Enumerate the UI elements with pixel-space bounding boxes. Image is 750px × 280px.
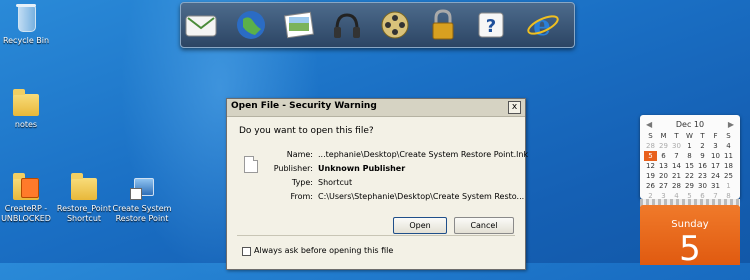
type-value: Shortcut <box>318 178 353 187</box>
close-button[interactable]: x <box>508 101 521 114</box>
film-reel-icon[interactable] <box>377 7 413 43</box>
create-system-restore-point-icon[interactable]: Create System Restore Point <box>110 172 174 224</box>
notes-folder-icon[interactable]: notes <box>0 88 58 130</box>
folder-image <box>12 88 40 118</box>
name-label: Name: <box>286 150 313 159</box>
from-label: From: <box>290 192 313 201</box>
publisher-label: Publisher: <box>273 164 313 173</box>
divider <box>237 235 515 236</box>
photos-icon[interactable] <box>281 7 317 43</box>
open-button[interactable]: Open <box>393 217 447 234</box>
calendar-day-page[interactable]: Sunday 5 <box>640 205 740 269</box>
svg-text:?: ? <box>486 16 496 37</box>
notes-label: notes <box>14 120 38 129</box>
dialog-title-bar[interactable]: Open File - Security Warning x <box>227 99 525 117</box>
help-icon[interactable]: ? <box>473 7 509 43</box>
name-value: ...tephanie\Desktop\Create System Restor… <box>318 150 529 159</box>
createrp-icon[interactable]: CreateRP - UNBLOCKED <box>0 172 58 224</box>
createrp-image <box>12 172 40 202</box>
mail-icon[interactable] <box>183 7 219 43</box>
folder-image <box>70 172 98 202</box>
object-dock: ? e <box>180 2 575 48</box>
publisher-value: Unknown Publisher <box>318 164 406 173</box>
internet-explorer-icon[interactable]: e <box>525 7 561 43</box>
restore-point-shortcut-icon[interactable]: Restore_Point Shortcut <box>52 172 116 224</box>
restore-image <box>128 172 156 202</box>
calendar-gadget: ◀ Dec 10 ▶ SMTWTFS 28 29 30 1 2 3 4 5 6 7 8 9 10 11 … <box>640 115 740 201</box>
svg-text:e: e <box>533 9 551 41</box>
dialog-body: Do you want to open this file? Name: ...… <box>227 117 529 269</box>
create-system-restore-point-label: Create System Restore Point <box>112 204 172 223</box>
cancel-button[interactable]: Cancel <box>454 217 514 234</box>
dialog-question: Do you want to open this file? <box>239 126 374 136</box>
recycle-bin-icon[interactable]: Recycle Bin <box>0 4 58 46</box>
headphones-icon[interactable] <box>329 7 365 43</box>
next-month-button[interactable]: ▶ <box>728 120 734 129</box>
recycle-bin-label: Recycle Bin <box>2 36 50 45</box>
recycle-bin-image <box>12 4 40 34</box>
createrp-label: CreateRP - UNBLOCKED <box>1 204 51 223</box>
restore-point-shortcut-label: Restore_Point Shortcut <box>56 204 112 223</box>
padlock-icon[interactable] <box>425 7 461 43</box>
dialog-title: Open File - Security Warning <box>231 101 377 111</box>
always-ask-checkbox[interactable] <box>242 247 251 256</box>
day-number: 5 <box>679 229 701 269</box>
calendar-grid: SMTWTFS 28 29 30 1 2 3 4 5 6 7 8 9 10 11 12 13 14 15 16 1… <box>644 131 736 201</box>
desktop[interactable]: { "desktop": { "icons": [ {"label": "Rec… <box>0 0 750 280</box>
security-warning-dialog: Open File - Security Warning x Do you wa… <box>226 98 529 270</box>
type-label: Type: <box>291 178 313 187</box>
calendar-month-label: Dec 10 <box>675 120 705 129</box>
always-ask-label: Always ask before opening this file <box>254 246 394 255</box>
globe-icon[interactable] <box>233 7 269 43</box>
from-value: C:\Users\Stephanie\Desktop\Create System… <box>318 192 525 201</box>
